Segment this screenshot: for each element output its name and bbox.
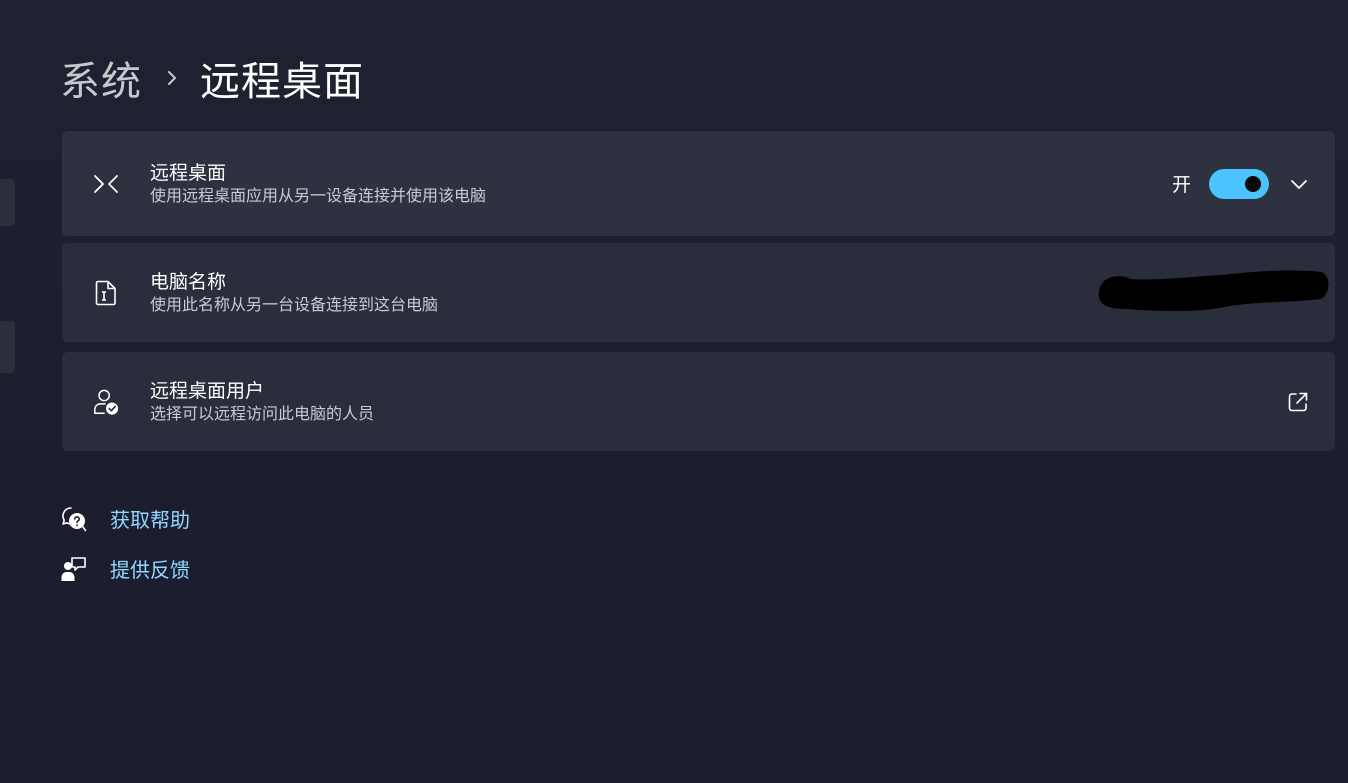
pc-name-icon: [92, 279, 120, 307]
breadcrumb: 系统 远程桌面: [60, 50, 364, 106]
nav-item-partial[interactable]: [0, 179, 15, 226]
breadcrumb-parent[interactable]: 系统: [60, 49, 142, 107]
setting-description: 使用远程桌面应用从另一设备连接并使用该电脑: [150, 185, 487, 205]
pc-name-setting: 电脑名称 使用此名称从另一台设备连接到这台电脑: [62, 243, 1335, 342]
setting-description: 选择可以远程访问此电脑的人员: [150, 403, 375, 423]
redacted-pc-name: [1095, 269, 1331, 317]
get-help-label[interactable]: 获取帮助: [110, 504, 190, 533]
remote-desktop-users-setting[interactable]: 远程桌面用户 选择可以远程访问此电脑的人员: [62, 352, 1335, 451]
feedback-icon: [60, 555, 88, 583]
give-feedback-link[interactable]: 提供反馈: [60, 554, 190, 583]
setting-title: 电脑名称: [150, 270, 227, 293]
toggle-state-label: 开: [1171, 174, 1191, 196]
setting-title: 远程桌面用户: [150, 379, 265, 402]
page-title: 远程桌面: [200, 59, 364, 105]
open-external-icon[interactable]: [1287, 391, 1309, 413]
setting-description: 使用此名称从另一台设备连接到这台电脑: [150, 294, 439, 314]
remote-desktop-toggle[interactable]: [1209, 168, 1269, 199]
nav-item-partial[interactable]: [0, 321, 15, 373]
help-icon: [60, 505, 88, 533]
toggle-knob: [1245, 175, 1261, 192]
get-help-link[interactable]: 获取帮助: [60, 504, 190, 533]
user-check-icon: [92, 388, 120, 416]
remote-desktop-setting[interactable]: 远程桌面 使用远程桌面应用从另一设备连接并使用该电脑 开: [62, 131, 1335, 236]
chevron-down-icon[interactable]: [1289, 174, 1309, 194]
chevron-right-icon: [166, 69, 178, 87]
setting-title: 远程桌面: [150, 161, 227, 184]
remote-desktop-icon: [92, 170, 120, 198]
give-feedback-label[interactable]: 提供反馈: [110, 554, 190, 583]
